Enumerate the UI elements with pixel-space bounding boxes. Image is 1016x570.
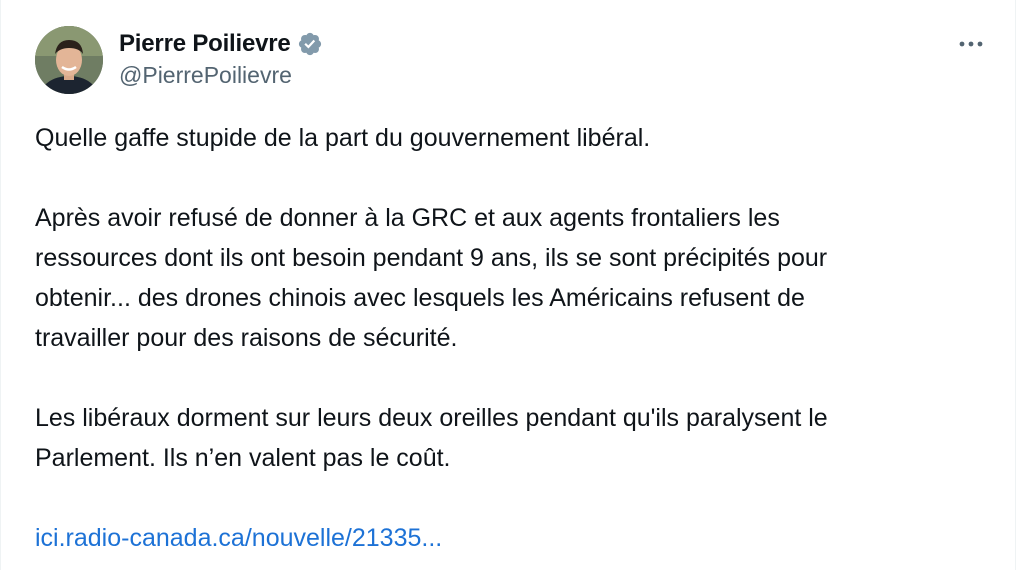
display-name[interactable]: Pierre Poilievre [119,30,291,58]
tweet-card: Pierre Poilievre @PierrePoilievre Quelle… [0,0,1016,570]
more-horizontal-icon[interactable] [951,32,991,56]
user-handle[interactable]: @PierrePoilievre [119,62,323,89]
tweet-paragraph: Après avoir refusé de donner à la GRC et… [35,198,995,358]
tweet-line: Les libéraux dorment sur leurs deux orei… [35,404,828,432]
user-block: Pierre Poilievre @PierrePoilievre [119,28,323,89]
tweet-line: travailler pour des raisons de sécurité. [35,324,458,352]
avatar[interactable] [35,26,103,94]
tweet-line: Parlement. Ils n’en valent pas le coût. [35,444,451,472]
tweet-paragraph: Les libéraux dorment sur leurs deux orei… [35,398,995,478]
tweet-line: ressources dont ils ont besoin pendant 9… [35,244,828,272]
tweet-line: obtenir... des drones chinois avec lesqu… [35,284,805,312]
tweet-header: Pierre Poilievre @PierrePoilievre [35,24,999,96]
article-link[interactable]: ici.radio-canada.ca/nouvelle/21335... [35,524,442,552]
tweet-line: Quelle gaffe stupide de la part du gouve… [35,124,651,152]
verified-badge-icon[interactable] [297,31,323,57]
display-name-row: Pierre Poilievre [119,28,323,60]
tweet-text: Quelle gaffe stupide de la part du gouve… [35,118,995,558]
tweet-paragraph: ici.radio-canada.ca/nouvelle/21335... [35,518,995,558]
tweet-line: Après avoir refusé de donner à la GRC et… [35,204,780,232]
